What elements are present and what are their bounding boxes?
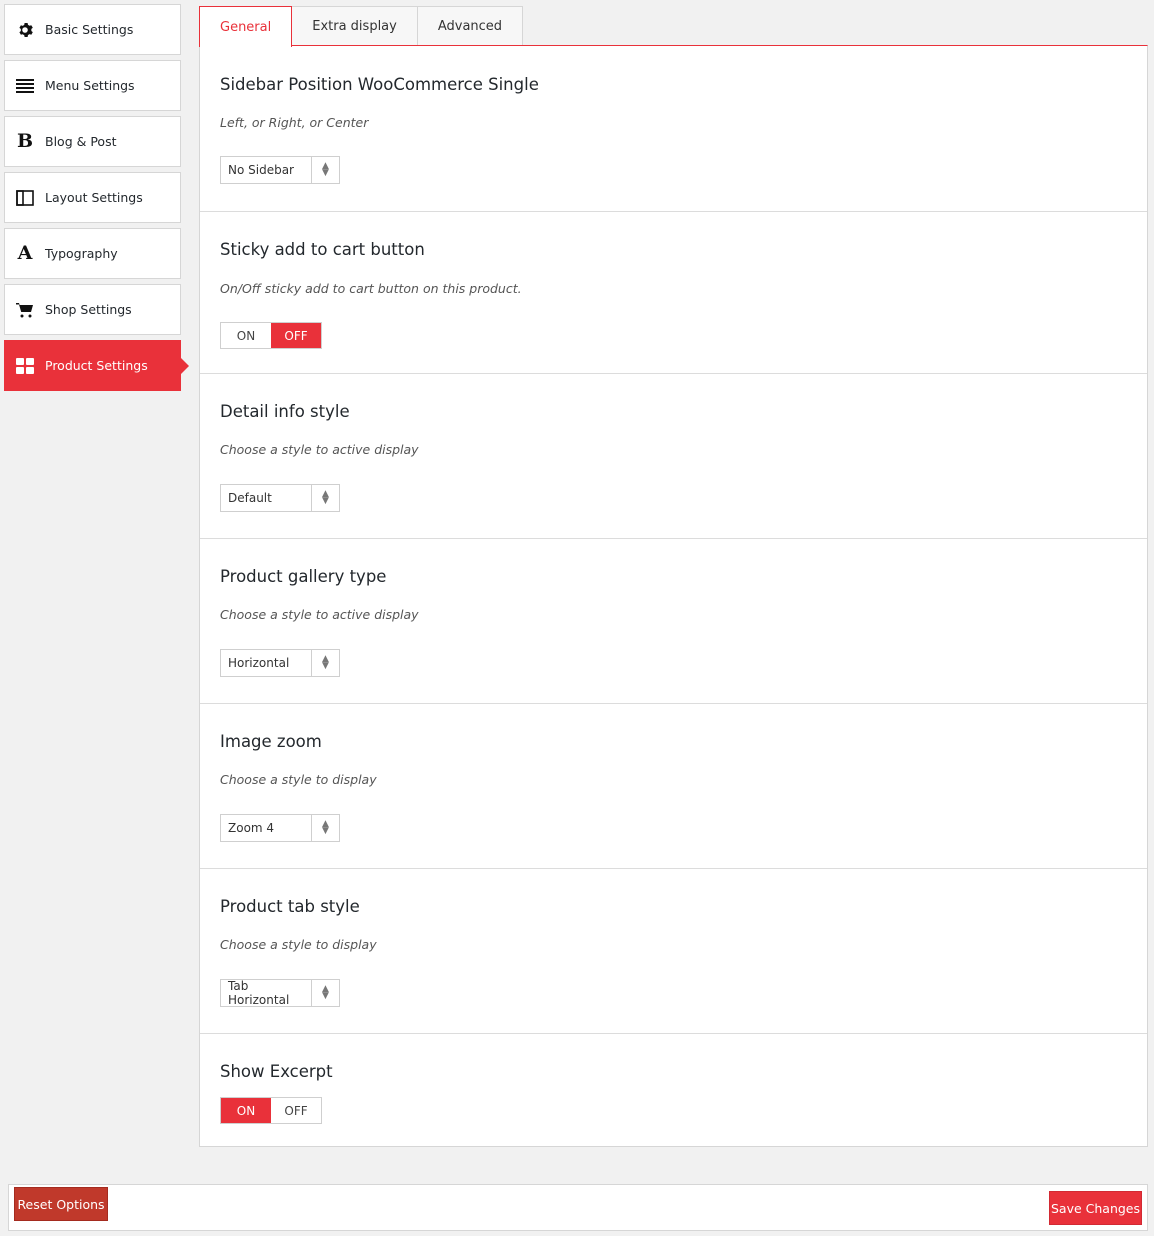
select-arrows-icon: ▲ ▼: [311, 980, 339, 1006]
select-value: Horizontal: [228, 656, 290, 670]
tab-advanced[interactable]: Advanced: [417, 6, 524, 46]
section-description: Left, or Right, or Center: [220, 115, 369, 130]
sidebar-item-product-settings[interactable]: Product Settings: [4, 340, 189, 391]
sidebar-item-layout-settings[interactable]: Layout Settings: [4, 172, 181, 223]
section-sticky-cart: Sticky add to cart button On/Off sticky …: [200, 212, 1147, 374]
grid-icon: [15, 356, 35, 376]
select-arrows-icon: ▲ ▼: [311, 650, 339, 676]
tab-style-select[interactable]: Tab Horizontal ▲ ▼: [220, 979, 340, 1007]
select-value: No Sidebar: [228, 163, 294, 177]
gear-icon: [15, 20, 35, 40]
reset-options-button[interactable]: Reset Options: [14, 1187, 108, 1221]
sidebar-item-basic-settings[interactable]: Basic Settings: [4, 4, 181, 55]
section-description: Choose a style to active display: [220, 442, 419, 457]
cart-icon: [15, 300, 35, 320]
sidebar-item-label: Basic Settings: [45, 22, 134, 37]
select-arrows-icon: ▲ ▼: [311, 815, 339, 841]
sidebar-item-label: Product Settings: [45, 358, 148, 373]
sidebar-item-shop-settings[interactable]: Shop Settings: [4, 284, 181, 335]
detail-info-select[interactable]: Default ▲ ▼: [220, 484, 340, 512]
section-title: Product gallery type: [220, 567, 387, 586]
section-description: On/Off sticky add to cart button on this…: [220, 281, 522, 296]
section-title: Show Excerpt: [220, 1062, 333, 1081]
sidebar-item-blog-post[interactable]: B Blog & Post: [4, 116, 181, 167]
sticky-cart-toggle: ON OFF: [220, 322, 322, 349]
select-value: Zoom 4: [228, 821, 275, 835]
show-excerpt-toggle: ON OFF: [220, 1097, 322, 1124]
toggle-off-button[interactable]: OFF: [271, 323, 321, 348]
section-sidebar-position: Sidebar Position WooCommerce Single Left…: [200, 46, 1147, 212]
toggle-off-button[interactable]: OFF: [271, 1098, 321, 1123]
section-detail-info: Detail info style Choose a style to acti…: [200, 374, 1147, 539]
sidebar-item-label: Menu Settings: [45, 78, 135, 93]
settings-sidebar: Basic Settings Menu Settings B Blog & Po…: [4, 4, 189, 396]
section-image-zoom: Image zoom Choose a style to display Zoo…: [200, 704, 1147, 869]
sidebar-position-select[interactable]: No Sidebar ▲ ▼: [220, 156, 340, 184]
tab-extra-display[interactable]: Extra display: [292, 6, 418, 46]
image-zoom-select[interactable]: Zoom 4 ▲ ▼: [220, 814, 340, 842]
sidebar-item-label: Typography: [45, 246, 118, 261]
sidebar-item-menu-settings[interactable]: Menu Settings: [4, 60, 181, 111]
settings-panel: Sidebar Position WooCommerce Single Left…: [199, 45, 1148, 1147]
gallery-type-select[interactable]: Horizontal ▲ ▼: [220, 649, 340, 677]
sidebar-item-label: Layout Settings: [45, 190, 143, 205]
save-changes-button[interactable]: Save Changes: [1049, 1191, 1142, 1225]
select-value: Default: [228, 491, 272, 505]
section-title: Detail info style: [220, 402, 350, 421]
toggle-on-button[interactable]: ON: [221, 1098, 271, 1123]
typography-a-icon: A: [17, 242, 33, 264]
sidebar-item-label: Shop Settings: [45, 302, 132, 317]
sidebar-item-label: Blog & Post: [45, 134, 117, 149]
tab-general[interactable]: General: [199, 6, 293, 47]
section-tab-style: Product tab style Choose a style to disp…: [200, 869, 1147, 1034]
section-title: Sticky add to cart button: [220, 240, 425, 259]
options-footer: Reset Options Save Changes: [8, 1184, 1148, 1231]
section-description: Choose a style to display: [220, 772, 377, 787]
select-value: Tab Horizontal: [228, 979, 290, 1007]
tab-bar: General Extra display Advanced: [199, 6, 524, 47]
select-arrows-icon: ▲ ▼: [311, 485, 339, 511]
toggle-on-button[interactable]: ON: [221, 323, 271, 348]
bold-b-icon: B: [16, 130, 34, 152]
section-title: Product tab style: [220, 897, 360, 916]
menu-icon: [15, 76, 35, 96]
section-show-excerpt: Show Excerpt ON OFF: [200, 1034, 1147, 1146]
section-description: Choose a style to display: [220, 937, 377, 952]
select-arrows-icon: ▲ ▼: [311, 157, 339, 183]
sidebar-item-typography[interactable]: A Typography: [4, 228, 181, 279]
section-description: Choose a style to active display: [220, 607, 419, 622]
section-title: Image zoom: [220, 732, 322, 751]
section-gallery-type: Product gallery type Choose a style to a…: [200, 539, 1147, 704]
layout-columns-icon: [15, 188, 35, 208]
section-title: Sidebar Position WooCommerce Single: [220, 75, 539, 94]
